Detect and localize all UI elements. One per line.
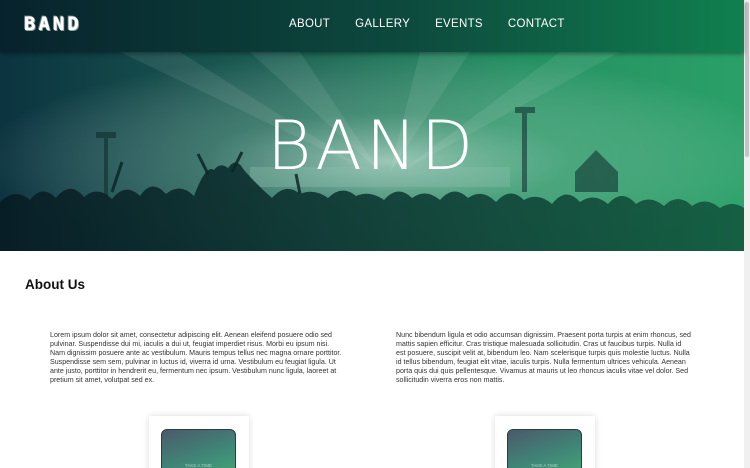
scrollbar-thumb[interactable]	[745, 2, 749, 157]
card-thumbnail: TAKE A TIME	[507, 429, 582, 468]
card-caption: TAKE A TIME	[184, 463, 213, 468]
feature-card-left[interactable]: TAKE A TIME	[149, 416, 249, 468]
nav-item-events[interactable]: EVENTS	[435, 18, 483, 30]
nav-links: ABOUT GALLERY EVENTS CONTACT	[289, 18, 565, 30]
hero-banner: BAND	[0, 52, 744, 251]
nav-item-gallery[interactable]: GALLERY	[355, 18, 410, 30]
feature-card-right[interactable]: TAKE A TIME	[495, 416, 595, 468]
brand-logo[interactable]: BAND	[24, 13, 82, 35]
about-text-right: Nunc bibendum ligula et odio accumsan di…	[396, 331, 691, 385]
nav-item-about[interactable]: ABOUT	[289, 18, 330, 30]
nav-item-contact[interactable]: CONTACT	[508, 18, 565, 30]
navbar: BAND ABOUT GALLERY EVENTS CONTACT	[0, 0, 744, 52]
card-thumbnail: TAKE A TIME	[161, 429, 236, 468]
about-text-left: Lorem ipsum dolor sit amet, consectetur …	[50, 331, 342, 385]
about-heading: About Us	[25, 277, 85, 292]
hero-title: BAND	[266, 107, 478, 186]
card-caption: TAKE A TIME	[530, 463, 559, 468]
page-scrollbar[interactable]	[744, 0, 750, 468]
